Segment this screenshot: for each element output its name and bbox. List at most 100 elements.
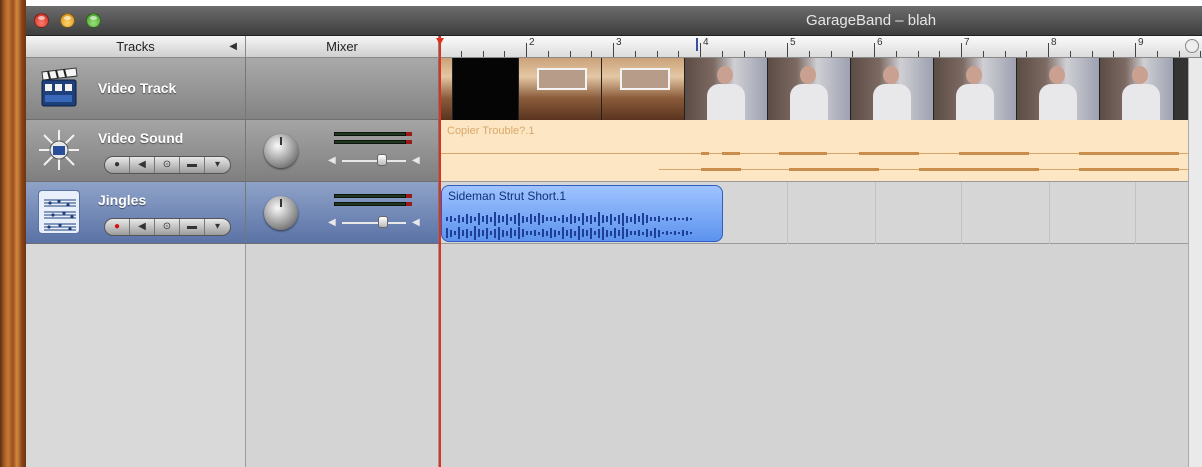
waveform-sample [558, 231, 560, 235]
waveform-sample [682, 230, 684, 236]
waveform-sample [634, 231, 636, 235]
waveform-sample [482, 230, 484, 236]
pan-knob[interactable] [264, 134, 298, 168]
pan-knob[interactable] [264, 196, 298, 230]
ruler-minor-tick [547, 51, 549, 57]
waveform-sample [498, 215, 500, 223]
ruler-bar-number: 2 [529, 37, 535, 48]
close-button[interactable] [34, 13, 49, 28]
ruler-minor-tick [982, 51, 984, 57]
video-frame [685, 58, 768, 120]
level-meter-left [334, 194, 406, 198]
waveform-peak [722, 152, 740, 155]
mute-button[interactable]: ◀ [130, 219, 155, 235]
mixer-header: Mixer [246, 36, 439, 58]
waveform-sample [590, 214, 592, 224]
empty-timeline-area[interactable] [439, 244, 1188, 467]
waveform-sample [678, 217, 680, 221]
volume-slider-thumb[interactable] [377, 154, 387, 166]
waveform-sample [454, 217, 456, 221]
waveform-sample [462, 216, 464, 222]
waveform-sample [542, 215, 544, 223]
waveform-sample [666, 230, 668, 236]
timeline-ruler[interactable]: 2 3 4 5 6 7 8 9 [439, 36, 1202, 58]
waveform-sample [530, 214, 532, 224]
mute-button[interactable]: ◀ [130, 157, 155, 173]
lock-button[interactable]: ▬ [180, 219, 205, 235]
solo-button[interactable]: ⊙ [155, 157, 180, 173]
track-options-button[interactable]: ▾ [205, 157, 230, 173]
waveform-sample [446, 217, 448, 221]
waveform-sample [554, 229, 556, 237]
volume-slider-track[interactable] [342, 222, 406, 224]
volume-slider-track[interactable] [342, 160, 406, 162]
waveform-sample [610, 213, 612, 225]
video-frame [1100, 58, 1174, 120]
playhead[interactable] [439, 36, 441, 467]
video-sound-region[interactable]: Copier Trouble?.1 [439, 120, 1188, 182]
waveform-sample [642, 231, 644, 235]
video-frame [519, 58, 602, 120]
waveform-sample [658, 216, 660, 222]
waveform-sample [466, 228, 468, 238]
waveform-sample [566, 216, 568, 222]
waveform-sample [686, 216, 688, 222]
volume-slider-thumb[interactable] [378, 216, 388, 228]
ruler-minor-tick [1178, 51, 1180, 57]
track-header-video-sound[interactable]: Video Sound ● ◀ ⊙ ▬ ▾ [26, 120, 246, 182]
zoom-button[interactable] [86, 13, 101, 28]
level-meter-left [334, 132, 406, 136]
lock-button[interactable]: ▬ [180, 157, 205, 173]
waveform-sample [546, 230, 548, 236]
empty-track-area[interactable] [26, 244, 246, 467]
sheet-music-icon [38, 190, 80, 234]
volume-low-icon: ◀ [328, 217, 336, 228]
jingles-region[interactable]: Sideman Strut Short.1 [441, 185, 723, 242]
waveform-sample [582, 229, 584, 237]
solo-button[interactable]: ⊙ [155, 219, 180, 235]
record-enable-button[interactable]: ● [105, 157, 130, 173]
mixer-header-label: Mixer [326, 39, 358, 54]
waveform-sample [458, 215, 460, 223]
ruler-minor-tick [1091, 51, 1093, 57]
ruler-minor-tick [808, 51, 810, 57]
ruler-minor-tick [482, 51, 484, 57]
video-frame [602, 58, 685, 120]
lane-gridline [1135, 182, 1136, 244]
waveform-peak [789, 168, 879, 171]
waveform-sample [502, 216, 504, 222]
waveform-sample [570, 228, 572, 238]
track-header-jingles[interactable]: Jingles ● ◀ ⊙ ▬ ▾ [26, 182, 246, 244]
track-options-button[interactable]: ▾ [205, 219, 230, 235]
waveform-sample [574, 230, 576, 236]
record-enable-button[interactable]: ● [105, 219, 130, 235]
waveform-sample [666, 217, 668, 221]
timeline-scroll-edge[interactable] [1188, 58, 1202, 467]
volume-high-icon: ◀ [412, 217, 420, 228]
collapse-mixer-icon[interactable]: ◀ [229, 36, 237, 58]
ruler-major-tick [874, 43, 875, 57]
waveform-sample [506, 230, 508, 236]
ruler-minor-tick [569, 51, 571, 57]
waveform-sample [474, 217, 476, 221]
zoom-control[interactable] [1185, 39, 1199, 53]
track-header-video-track[interactable]: Video Track [26, 58, 246, 120]
minimize-button[interactable] [60, 13, 75, 28]
waveform-sample [686, 231, 688, 235]
ruler-minor-tick [1004, 51, 1006, 57]
waveform-sample [562, 215, 564, 223]
waveform-sample [470, 230, 472, 236]
waveform-sample [602, 215, 604, 223]
waveform-sample [594, 216, 596, 222]
video-thumbnail-strip[interactable] [439, 58, 1188, 120]
playhead-handle-icon[interactable] [436, 38, 444, 45]
waveform-sample [654, 228, 656, 238]
track-controls-jingles: ● ◀ ⊙ ▬ ▾ [104, 218, 231, 236]
waveform-sample [642, 213, 644, 225]
track-name-video-track: Video Track [98, 80, 177, 96]
waveform-sample [494, 228, 496, 238]
track-name-video-sound: Video Sound [98, 130, 184, 146]
track-controls-video-sound: ● ◀ ⊙ ▬ ▾ [104, 156, 231, 174]
waveform-sample [514, 230, 516, 236]
jingles-lane[interactable]: Sideman Strut Short.1 [439, 182, 1188, 244]
